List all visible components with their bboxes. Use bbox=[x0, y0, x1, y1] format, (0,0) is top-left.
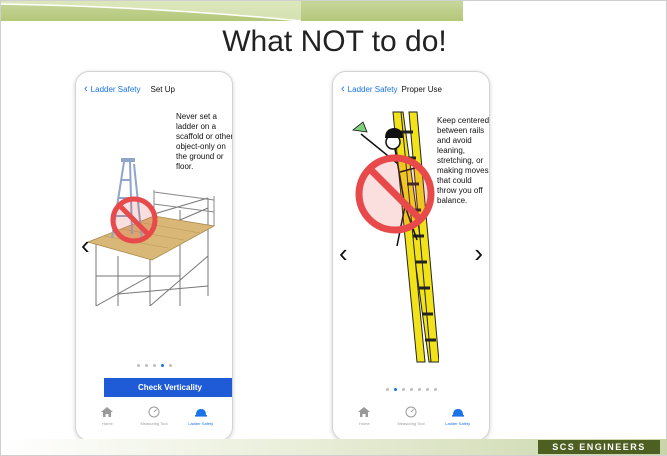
chevron-left-icon: ‹ bbox=[84, 82, 88, 95]
page-indicator bbox=[333, 388, 489, 391]
tab-bar: Home Measuring Tool Ladder Safety bbox=[76, 406, 232, 432]
page-dot[interactable] bbox=[168, 364, 172, 367]
footer-bar: SCS ENGINEERS bbox=[1, 439, 667, 455]
screen-title: Proper Use bbox=[401, 84, 442, 94]
tab-label: Ladder Safety bbox=[445, 421, 471, 426]
next-arrow-button[interactable]: › bbox=[474, 240, 483, 266]
paint-brush bbox=[352, 121, 368, 133]
tab-home[interactable]: Home bbox=[84, 406, 131, 426]
page-dot[interactable] bbox=[144, 364, 148, 367]
screen-title: Set Up bbox=[150, 84, 175, 94]
slide-title: What NOT to do! bbox=[222, 25, 447, 58]
phone-screen-set-up: ‹ Ladder Safety Set Up Never set a ladde… bbox=[75, 71, 233, 441]
phone-screen-proper-use: ‹ Ladder Safety Proper Use Keep centered… bbox=[332, 71, 490, 441]
previous-arrow-button[interactable]: ‹ bbox=[339, 240, 348, 266]
gauge-icon bbox=[148, 406, 160, 418]
tab-ladder-safety[interactable]: Ladder Safety bbox=[177, 406, 224, 426]
prohibition-icon bbox=[355, 154, 435, 234]
page-dot-active[interactable] bbox=[160, 364, 164, 367]
home-icon bbox=[358, 407, 371, 417]
instruction-text: Keep centered between rails and avoid le… bbox=[437, 116, 490, 205]
back-button[interactable]: ‹ Ladder Safety bbox=[84, 82, 141, 95]
leaning-ladder-illustration bbox=[352, 111, 439, 363]
hard-hat-icon bbox=[451, 409, 464, 417]
tab-measuring-tool[interactable]: Measuring Tool bbox=[388, 406, 435, 426]
back-label: Ladder Safety bbox=[90, 84, 141, 94]
previous-arrow-button[interactable]: ‹ bbox=[81, 232, 90, 258]
presentation-slide: What NOT to do! ‹ Ladder Safety Set Up N… bbox=[0, 0, 667, 456]
brand-logo: SCS ENGINEERS bbox=[538, 440, 660, 454]
check-verticality-button[interactable]: Check Verticality bbox=[104, 378, 232, 397]
hard-hat-icon bbox=[194, 409, 207, 417]
chevron-left-icon: ‹ bbox=[341, 82, 345, 95]
back-label: Ladder Safety bbox=[347, 84, 398, 94]
page-dot[interactable] bbox=[385, 388, 389, 391]
tab-label: Home bbox=[102, 421, 113, 426]
page-dot[interactable] bbox=[409, 388, 413, 391]
tab-label: Home bbox=[359, 421, 370, 426]
tab-label: Ladder Safety bbox=[188, 421, 214, 426]
tab-measuring-tool[interactable]: Measuring Tool bbox=[131, 406, 178, 426]
page-indicator bbox=[76, 364, 232, 367]
tab-label: Measuring Tool bbox=[397, 421, 425, 426]
tab-home[interactable]: Home bbox=[341, 406, 388, 426]
scaffold-ladder-illustration bbox=[86, 158, 216, 306]
page-dot[interactable] bbox=[425, 388, 429, 391]
page-dot[interactable] bbox=[417, 388, 421, 391]
tab-ladder-safety[interactable]: Ladder Safety bbox=[434, 406, 481, 426]
home-icon bbox=[101, 407, 114, 417]
stepladder-top bbox=[121, 158, 135, 162]
nav-bar: ‹ Ladder Safety Set Up bbox=[84, 82, 224, 96]
tab-bar: Home Measuring Tool Ladder Safety bbox=[333, 406, 489, 432]
page-dot[interactable] bbox=[401, 388, 405, 391]
gauge-icon bbox=[405, 406, 417, 418]
header-accent-bar bbox=[1, 1, 463, 21]
nav-bar: ‹ Ladder Safety Proper Use bbox=[341, 82, 481, 96]
header-swoosh bbox=[1, 1, 301, 21]
prohibition-icon bbox=[110, 196, 158, 244]
page-dot[interactable] bbox=[152, 364, 156, 367]
page-dot-active[interactable] bbox=[393, 388, 397, 391]
tab-label: Measuring Tool bbox=[140, 421, 168, 426]
page-dot[interactable] bbox=[433, 388, 437, 391]
page-dot[interactable] bbox=[136, 364, 140, 367]
back-button[interactable]: ‹ Ladder Safety bbox=[341, 82, 398, 95]
